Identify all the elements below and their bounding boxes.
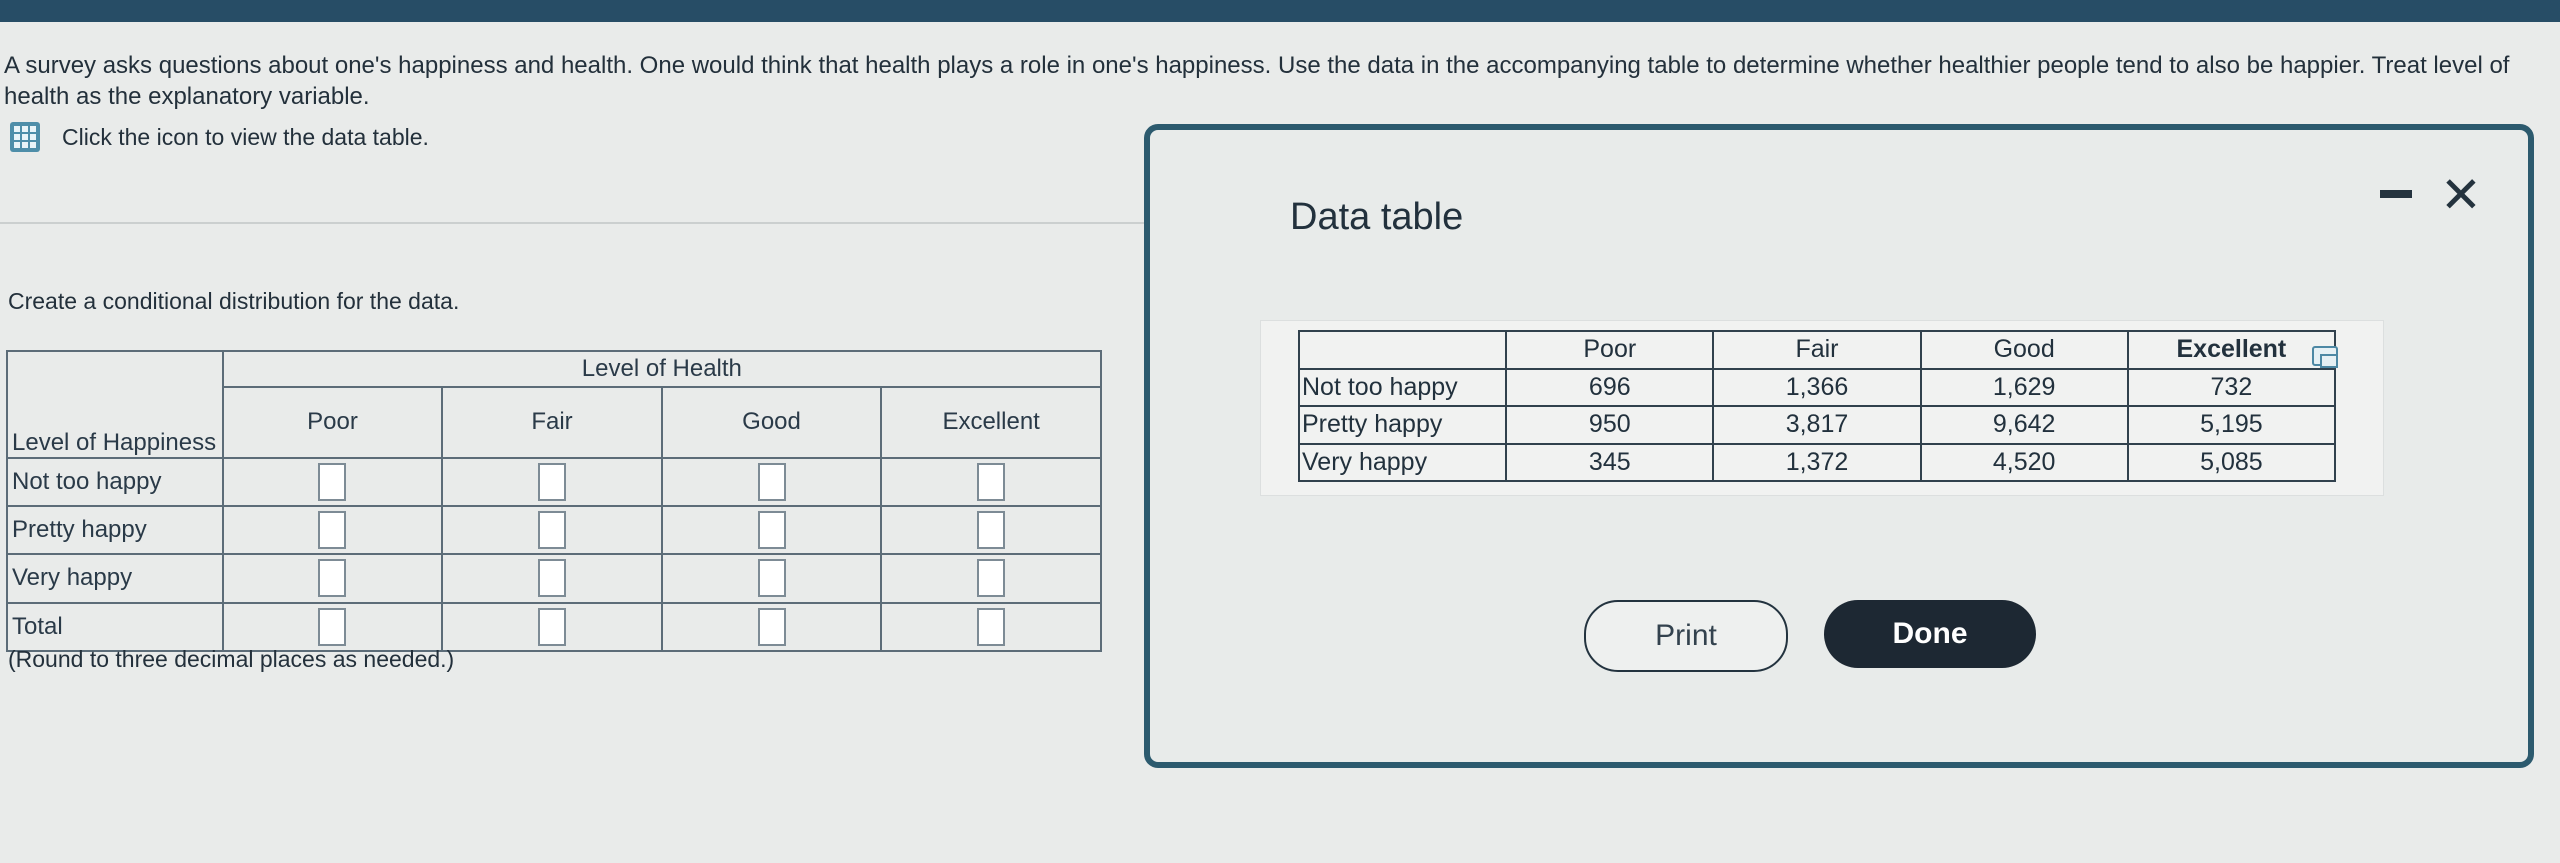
answer-cell [441, 601, 663, 653]
data-cell: 3,817 [1712, 405, 1922, 445]
data-table-modal: Data table ✕ Poor Fair Good Excellent No… [1144, 124, 2534, 768]
data-cell: 696 [1505, 367, 1715, 407]
divider [0, 222, 1160, 224]
done-button[interactable]: Done [1824, 600, 2036, 668]
data-cell: 4,520 [1919, 442, 2129, 482]
answer-cell [880, 456, 1102, 508]
answer-cell [221, 601, 444, 653]
answer-input[interactable] [538, 462, 566, 501]
answer-input[interactable] [977, 607, 1006, 646]
answer-cell [221, 456, 444, 508]
conditional-distribution-table: Level of Happiness Level of Health Poor … [6, 349, 1103, 653]
answer-cell [221, 553, 444, 604]
grid-icon[interactable] [10, 122, 40, 152]
answer-input[interactable] [538, 511, 566, 550]
data-table-hint: Click the icon to view the data table. [10, 122, 429, 152]
close-icon[interactable]: ✕ [2440, 170, 2482, 220]
answer-cell [880, 505, 1102, 556]
row-label-not-too-happy: Not too happy [6, 456, 224, 508]
data-row-label: Pretty happy [1297, 405, 1508, 445]
answer-cell [441, 505, 663, 556]
answer-cell [660, 456, 883, 508]
answer-cell [660, 601, 883, 653]
answer-input[interactable] [757, 511, 786, 550]
data-cell: 345 [1505, 442, 1715, 482]
answer-input[interactable] [538, 607, 566, 646]
data-cell: 732 [2126, 367, 2337, 407]
row-header: Level of Happiness [6, 350, 224, 459]
data-cell: 1,629 [1919, 367, 2129, 407]
answer-input[interactable] [977, 462, 1006, 501]
data-col-excellent: Excellent [2126, 330, 2337, 370]
data-corner [1297, 330, 1508, 370]
row-label-total: Total [6, 601, 224, 653]
data-row-label: Not too happy [1297, 367, 1508, 407]
data-col-fair: Fair [1712, 330, 1922, 370]
answer-prompt: Create a conditional distribution for th… [8, 288, 460, 314]
col-header-fair: Fair [441, 386, 663, 459]
answer-cell [441, 553, 663, 604]
answer-cell [221, 505, 444, 556]
data-col-good: Good [1919, 330, 2129, 370]
data-col-poor: Poor [1505, 330, 1715, 370]
answer-cell [441, 456, 663, 508]
answer-input[interactable] [318, 511, 347, 550]
data-cell: 1,372 [1712, 442, 1922, 482]
data-table: Poor Fair Good Excellent Not too happy 6… [1297, 330, 2337, 482]
data-row-label: Very happy [1297, 442, 1508, 482]
top-bar [0, 0, 2560, 22]
row-label-very-happy: Very happy [6, 553, 224, 604]
answer-input[interactable] [757, 559, 786, 598]
data-cell: 5,195 [2126, 405, 2337, 445]
answer-input[interactable] [757, 462, 786, 501]
data-cell: 1,366 [1712, 367, 1922, 407]
modal-title: Data table [1290, 196, 1464, 238]
col-header-excellent: Excellent [880, 386, 1102, 459]
answer-input[interactable] [318, 559, 347, 598]
hint-text: Click the icon to view the data table. [62, 123, 429, 150]
copy-icon[interactable] [2312, 346, 2338, 368]
answer-cell [660, 505, 883, 556]
answer-input[interactable] [757, 607, 786, 646]
answer-input[interactable] [977, 511, 1006, 550]
row-label-pretty-happy: Pretty happy [6, 505, 224, 556]
answer-input[interactable] [318, 607, 347, 646]
answer-input[interactable] [977, 559, 1006, 598]
print-button[interactable]: Print [1584, 600, 1788, 672]
col-header-good: Good [660, 386, 883, 459]
data-cell: 9,642 [1919, 405, 2129, 445]
data-cell: 5,085 [2126, 442, 2337, 482]
answer-input[interactable] [318, 462, 347, 501]
answer-input[interactable] [538, 559, 566, 598]
answer-cell [880, 601, 1102, 653]
rounding-note: (Round to three decimal places as needed… [8, 646, 455, 672]
answer-cell [880, 553, 1102, 604]
question-text: A survey asks questions about one's happ… [4, 52, 2510, 110]
table-title: Level of Health [221, 349, 1103, 389]
col-header-poor: Poor [221, 386, 444, 459]
data-cell: 950 [1505, 405, 1715, 445]
answer-cell [660, 553, 883, 604]
minimize-icon[interactable] [2380, 190, 2412, 198]
